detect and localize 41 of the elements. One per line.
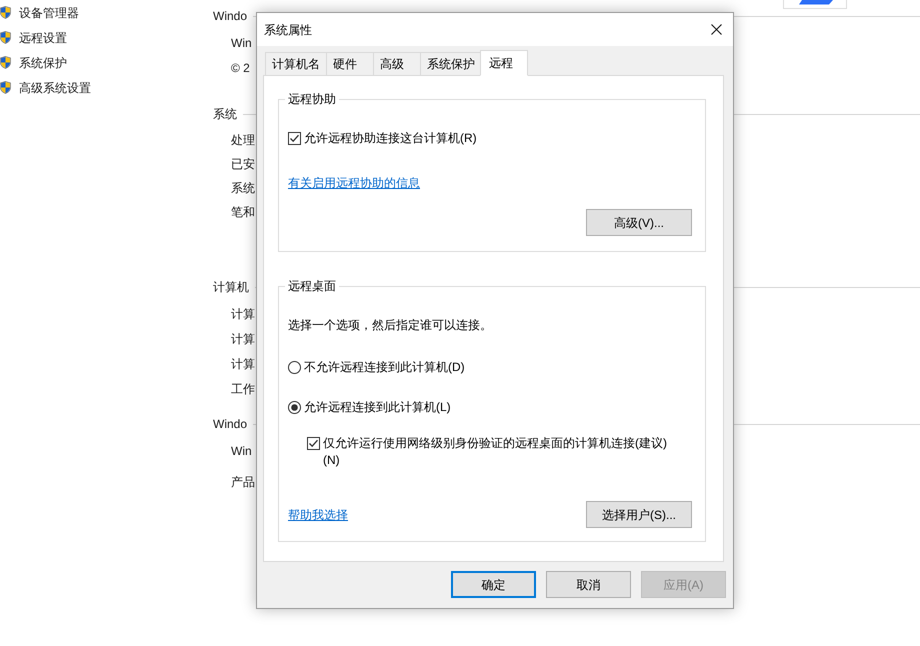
info-text: 系统 — [231, 180, 255, 197]
window-title: 系统属性 — [264, 22, 313, 38]
group-title: 远程协助 — [287, 91, 337, 107]
info-text: Win — [231, 34, 252, 52]
section-title: 计算机 — [213, 279, 249, 296]
sidebar-link[interactable]: 系统保护 — [19, 54, 67, 72]
tab[interactable]: 计算机名 — [265, 52, 327, 76]
sidebar-link[interactable]: 设备管理器 — [19, 4, 79, 22]
info-text: 工作 — [231, 380, 255, 398]
info-text: 已安 — [231, 156, 255, 173]
info-text: 笔和 — [231, 204, 255, 221]
instruction-text: 选择一个选项，然后指定谁可以连接。 — [288, 317, 492, 334]
dialog-button[interactable]: 取消 — [546, 571, 631, 598]
close-icon — [710, 24, 722, 35]
info-link[interactable]: 有关启用远程协助的信息 — [288, 174, 420, 192]
select-users-button[interactable]: 选择用户(S)... — [586, 501, 692, 528]
dialog-button[interactable]: 确定 — [451, 571, 536, 598]
info-text: © 2 — [231, 60, 250, 76]
advanced-button[interactable]: 高级(V)... — [586, 209, 692, 236]
sidebar-link[interactable]: 高级系统设置 — [19, 78, 91, 96]
radio-button[interactable] — [288, 400, 301, 414]
radio-label: 不允许远程连接到此计算机(D) — [304, 359, 465, 376]
radio-label: 允许远程连接到此计算机(L) — [304, 399, 451, 416]
checkbox[interactable] — [307, 437, 320, 450]
help-link[interactable]: 帮助我选择 — [288, 506, 348, 524]
info-text: 产品 — [231, 474, 255, 490]
radio-button[interactable] — [288, 360, 301, 374]
checkbox-label: 允许远程协助连接这台计算机(R) — [304, 130, 477, 147]
sidebar-link[interactable]: 远程设置 — [19, 28, 67, 46]
info-text: 计算 — [231, 306, 255, 322]
section-title: Windo — [213, 416, 248, 433]
info-text: 计算 — [231, 330, 255, 348]
section-title: Windo — [213, 8, 248, 25]
checkbox[interactable] — [288, 132, 301, 144]
section-title: 系统 — [213, 106, 237, 123]
info-text: 处理 — [231, 132, 255, 149]
checkbox-label: 仅允许运行使用网络级别身份验证的远程桌面的计算机连接(建议)(N) — [323, 435, 668, 469]
group-title: 远程桌面 — [287, 278, 337, 294]
tab[interactable]: 远程 — [480, 50, 528, 76]
info-text: Win — [231, 442, 252, 460]
info-text: 计算 — [231, 356, 255, 372]
